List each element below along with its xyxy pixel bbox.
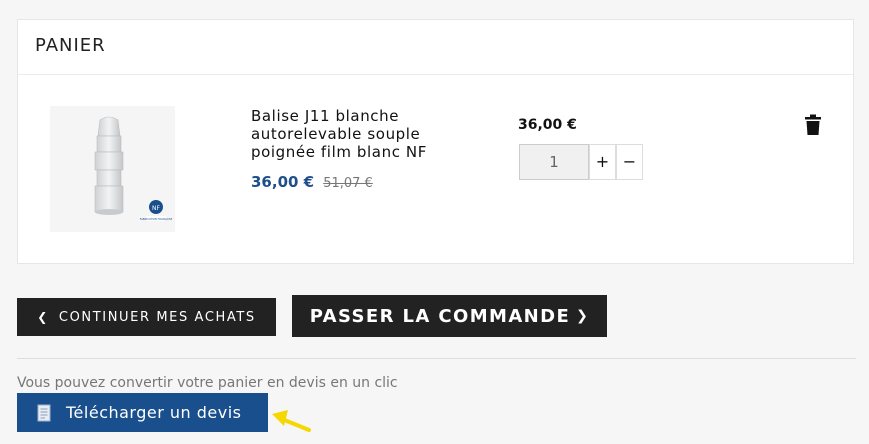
- nf-badge-text: NF: [152, 205, 160, 212]
- continue-shopping-label: CONTINUER MES ACHATS: [58, 309, 256, 325]
- arrow-pointer-icon: [272, 410, 311, 432]
- document-icon: [36, 404, 52, 422]
- checkout-label: PASSER LA COMMANDE: [309, 305, 571, 327]
- product-image[interactable]: NF FABRICATION FRANÇAISE: [50, 106, 175, 232]
- chevron-right-icon: ❯: [576, 308, 590, 324]
- cart-panel: PANIER NF FABRICATION FRANÇAISE Balise J…: [17, 19, 854, 264]
- quantity-decrease-button[interactable]: −: [616, 144, 643, 180]
- price-current: 36,00 €: [251, 173, 315, 191]
- fabrication-label: FABRICATION FRANÇAISE: [140, 217, 173, 221]
- card-divider: [18, 74, 853, 75]
- product-name[interactable]: Balise J11 blanche autorelevable souple …: [251, 107, 481, 161]
- checkout-button[interactable]: PASSER LA COMMANDE ❯: [292, 295, 607, 337]
- download-quote-button[interactable]: Télécharger un devis: [17, 393, 268, 432]
- download-quote-label: Télécharger un devis: [66, 403, 242, 422]
- quantity-increase-button[interactable]: +: [589, 144, 616, 180]
- section-divider: [17, 358, 856, 359]
- quantity-input[interactable]: [519, 144, 589, 180]
- trash-icon[interactable]: [803, 114, 823, 136]
- price-row: 36,00 € 51,07 €: [251, 172, 373, 191]
- cart-title: PANIER: [35, 35, 106, 56]
- price-old: 51,07 €: [323, 176, 373, 191]
- line-total: 36,00 €: [518, 117, 577, 133]
- chevron-left-icon: ❮: [37, 310, 49, 324]
- quote-info-text: Vous pouvez convertir votre panier en de…: [17, 375, 398, 391]
- continue-shopping-button[interactable]: ❮ CONTINUER MES ACHATS: [17, 298, 276, 336]
